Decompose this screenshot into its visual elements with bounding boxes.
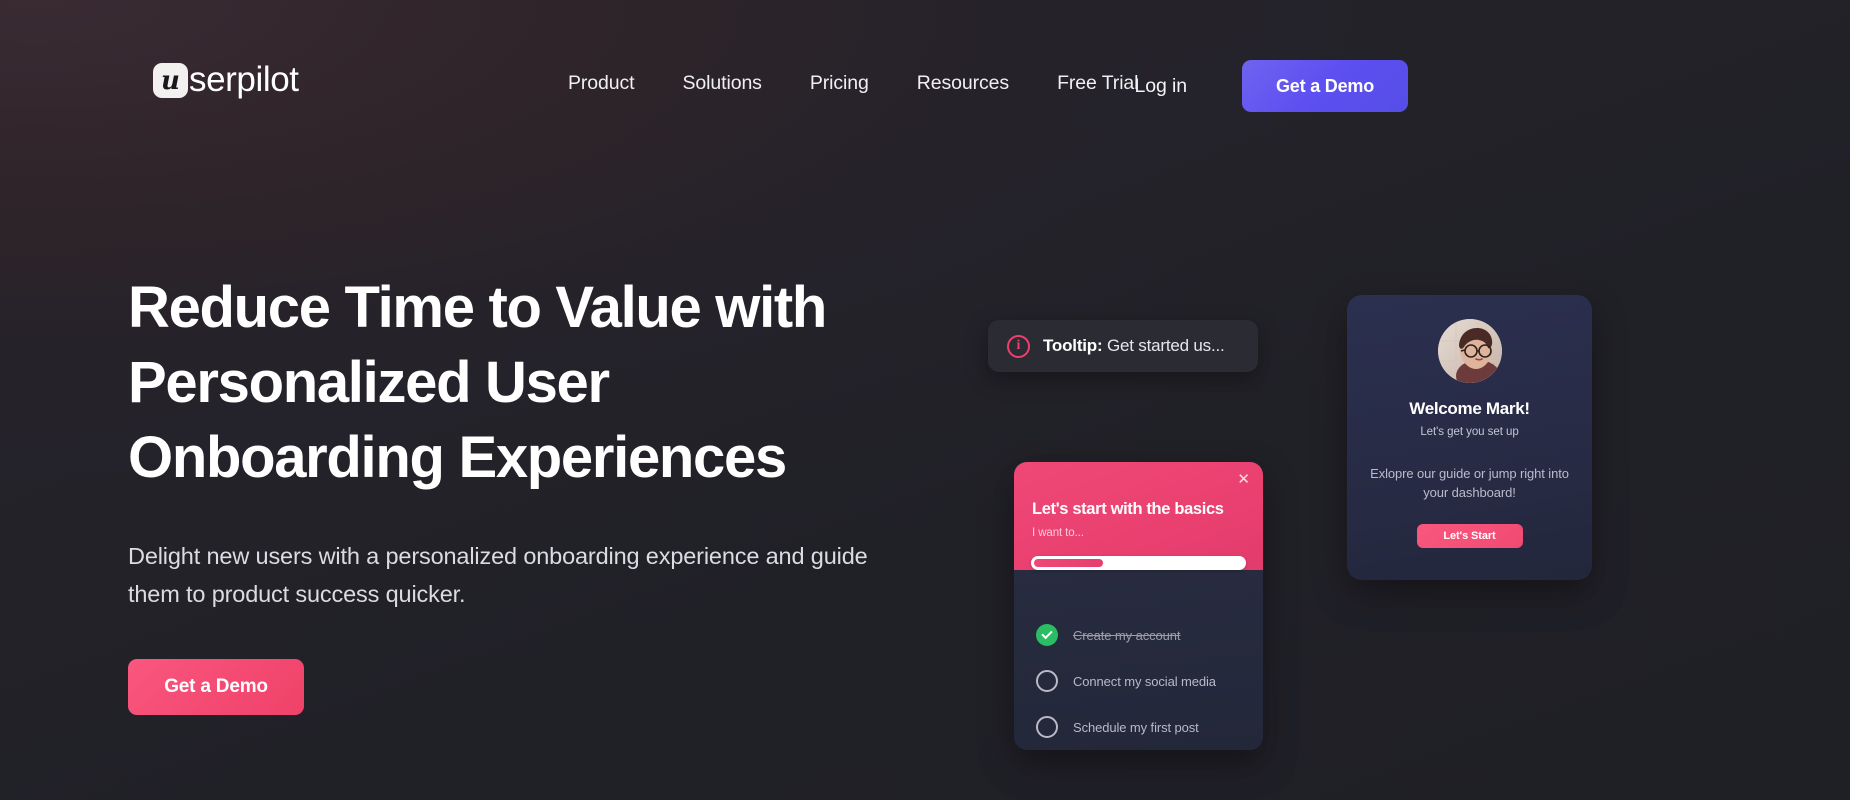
logo-mark-letter: u: [161, 66, 180, 96]
close-icon[interactable]: ✕: [1237, 472, 1250, 487]
welcome-body-text: Exlopre our guide or jump right into you…: [1370, 466, 1569, 500]
lets-start-button[interactable]: Let's Start: [1416, 524, 1523, 548]
checklist-preview-card[interactable]: ✕ Let's start with the basics I want to.…: [1014, 462, 1263, 750]
nav-item-solutions[interactable]: Solutions: [683, 72, 762, 95]
nav-item-free-trial[interactable]: Free Trial: [1057, 72, 1138, 95]
tooltip-label-rest: Get started us...: [1102, 336, 1225, 355]
nav-item-pricing[interactable]: Pricing: [810, 72, 869, 95]
nav-item-product[interactable]: Product: [568, 72, 635, 95]
list-item[interactable]: Connect my social media: [1036, 658, 1263, 704]
userpilot-logo[interactable]: u serpilot: [153, 58, 299, 102]
tooltip-preview-card[interactable]: i Tooltip: Get started us...: [988, 320, 1258, 372]
checklist-title: Let's start with the basics: [1032, 500, 1224, 518]
checklist-item-label: Schedule my first post: [1073, 719, 1199, 735]
hero-content: Reduce Time to Value with Personalized U…: [128, 270, 918, 715]
checklist-item-label: Create my account: [1073, 627, 1181, 643]
get-a-demo-header-button[interactable]: Get a Demo: [1242, 60, 1408, 112]
tooltip-label-bold: Tooltip:: [1043, 336, 1103, 355]
checklist-progress-fill: [1034, 559, 1103, 567]
list-item[interactable]: Create my account: [1036, 612, 1263, 658]
welcome-title: Welcome Mark!: [1409, 399, 1530, 418]
welcome-modal-preview-card[interactable]: Welcome Mark! Let's get you set up Exlop…: [1347, 295, 1592, 580]
logo-mark-icon: u: [153, 62, 188, 98]
checklist-header: ✕ Let's start with the basics I want to.…: [1014, 462, 1263, 570]
get-a-demo-hero-button[interactable]: Get a Demo: [128, 659, 304, 715]
check-circle-icon: [1036, 624, 1058, 646]
page-title: Reduce Time to Value with Personalized U…: [128, 275, 827, 490]
hero-page: u serpilot Product Solutions Pricing Res…: [0, 0, 1850, 800]
welcome-subtitle: Let's get you set up: [1420, 426, 1519, 438]
checklist-progress-bar: [1031, 556, 1246, 570]
info-icon: i: [1007, 334, 1030, 358]
site-header: u serpilot Product Solutions Pricing Res…: [0, 0, 1850, 148]
list-item[interactable]: Schedule my first post: [1036, 704, 1263, 750]
empty-circle-icon: [1036, 716, 1058, 738]
main-nav: Product Solutions Pricing Resources Free…: [568, 72, 1139, 95]
checklist-subtitle: I want to...: [1032, 527, 1084, 539]
checklist-item-label: Connect my social media: [1073, 673, 1216, 689]
empty-circle-icon: [1036, 670, 1058, 692]
header-actions: Log in Get a Demo: [1134, 60, 1850, 112]
avatar: [1437, 319, 1502, 383]
tooltip-label: Tooltip: Get started us...: [1043, 336, 1225, 356]
login-link[interactable]: Log in: [1134, 75, 1187, 98]
logo-wordmark: serpilot: [189, 59, 299, 99]
hero-subtitle: Delight new users with a personalized on…: [128, 543, 868, 607]
nav-item-resources[interactable]: Resources: [917, 72, 1009, 95]
checklist-items: Create my account Connect my social medi…: [1014, 570, 1263, 750]
